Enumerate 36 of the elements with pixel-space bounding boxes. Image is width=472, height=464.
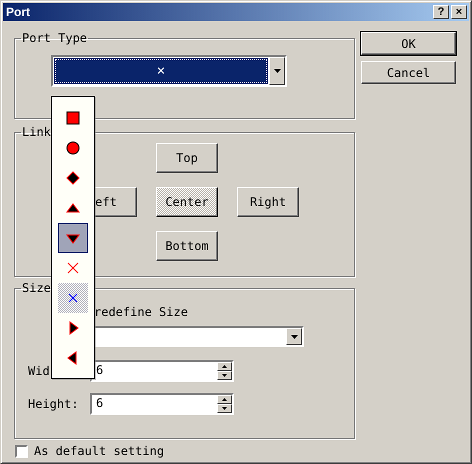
window-title: Port (6, 5, 31, 19)
dropdown-option[interactable] (58, 223, 88, 253)
spin-field[interactable]: 6 (90, 393, 234, 415)
group-label: Port Type (21, 31, 88, 45)
close-button[interactable]: × (451, 5, 467, 19)
checkbox-label: redefine Size (94, 305, 188, 319)
spin-up-icon[interactable] (217, 362, 232, 371)
checkbox-label: As default setting (34, 444, 164, 458)
dropdown-value: × (54, 58, 268, 84)
group-label: Link (21, 125, 52, 139)
triangle-down-icon (66, 234, 80, 244)
square-icon (66, 112, 80, 124)
ok-button[interactable]: OK (361, 32, 456, 55)
checkbox[interactable] (15, 444, 28, 458)
group-label: Size (21, 281, 52, 295)
link-button[interactable]: Center (156, 187, 218, 217)
triangle-left-icon (67, 351, 76, 365)
port-type-dropdown[interactable]: × (51, 55, 287, 87)
circle-icon (66, 142, 80, 154)
link-button[interactable]: Right (237, 187, 299, 217)
triangle-right-icon (70, 321, 79, 335)
triangle-up-icon (66, 203, 80, 212)
spin-up-icon[interactable] (217, 395, 232, 404)
spin-field[interactable]: 6 (90, 360, 234, 382)
cancel-button[interactable]: Cancel (361, 61, 456, 84)
link-button[interactable]: Top (156, 143, 218, 173)
field-label: Height: (27, 397, 80, 411)
diamond-icon (66, 171, 80, 185)
spin-down-icon[interactable] (217, 371, 232, 380)
cross-icon (68, 294, 78, 302)
field-label: Wid (27, 364, 51, 378)
cross-icon (68, 262, 78, 274)
link-button[interactable]: Bottom (156, 231, 218, 261)
dropdown-option[interactable] (58, 283, 88, 313)
help-button[interactable]: ? (433, 5, 449, 19)
spin-down-icon[interactable] (217, 404, 232, 413)
